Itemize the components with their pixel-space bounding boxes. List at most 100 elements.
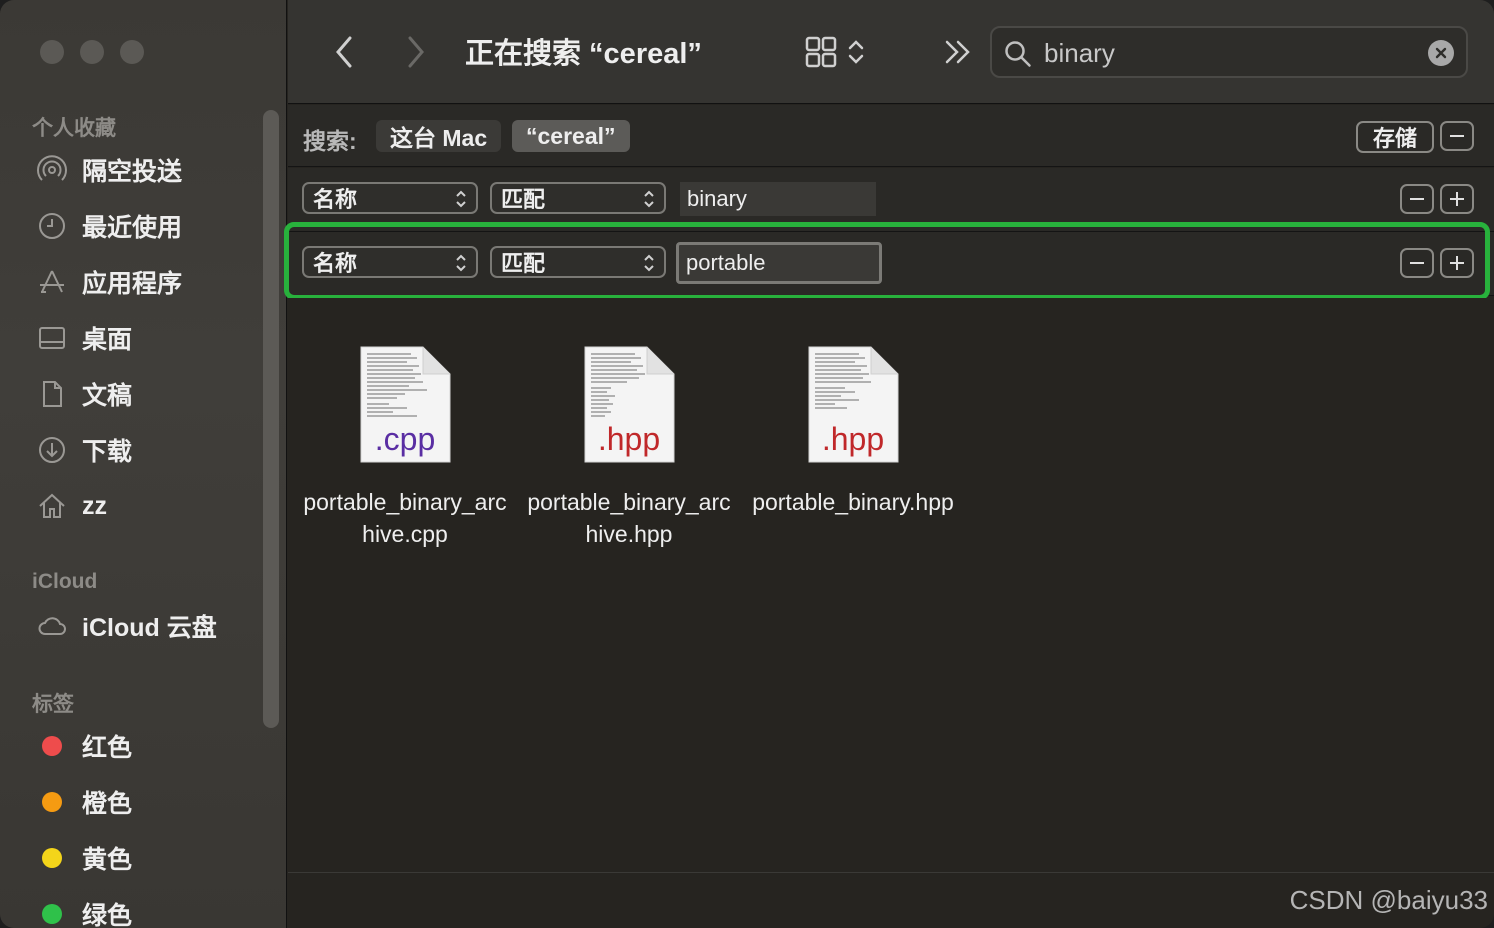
remove-criteria-button[interactable] (1400, 184, 1434, 214)
apps-icon (36, 266, 68, 298)
icloud-header: iCloud (32, 570, 98, 593)
popup-label: 匹配 (501, 251, 546, 276)
minus-icon (1410, 262, 1424, 264)
sidebar-item-icloud-drive[interactable]: iCloud 云盘 (36, 606, 217, 646)
sidebar-item-label: iCloud 云盘 (82, 614, 217, 642)
popup-label: 名称 (313, 187, 358, 212)
download-icon (36, 434, 68, 466)
sidebar-item-desktop[interactable]: 桌面 (36, 318, 132, 358)
back-button[interactable] (324, 30, 364, 74)
scope-folder-button[interactable]: “cereal” (512, 120, 630, 152)
sidebar-item-airdrop[interactable]: 隔空投送 (36, 150, 182, 190)
operator-popup[interactable]: 匹配 (490, 182, 666, 214)
chevron-right-icon (408, 36, 424, 68)
scope-label: 搜索: (303, 128, 357, 154)
cloud-icon (36, 610, 68, 642)
finder-window: 个人收藏 隔空投送 最近使用 应用程序 桌面 文稿 下载 zz iCloud i… (0, 0, 1494, 928)
plus-icon (1450, 192, 1464, 206)
forward-button[interactable] (396, 30, 436, 74)
sidebar-item-label: 红色 (82, 734, 133, 762)
sidebar-tag-green[interactable]: 绿色 (36, 894, 132, 928)
chevron-updown-icon (456, 190, 466, 208)
file-item[interactable]: .hpp portable_binary.hpp (746, 346, 960, 518)
more-chevrons-icon (945, 40, 970, 64)
criteria-row: 名称 匹配 (288, 232, 1494, 296)
sidebar-item-downloads[interactable]: 下载 (36, 430, 132, 470)
minimize-window-button[interactable] (80, 40, 104, 64)
grid-view-icon (805, 36, 837, 68)
plus-icon (1450, 256, 1464, 270)
green-tag-dot-icon (42, 904, 62, 924)
file-extension-label: .hpp (597, 421, 661, 457)
home-icon (36, 490, 68, 522)
sidebar-tag-red[interactable]: 红色 (36, 726, 132, 766)
sidebar-item-documents[interactable]: 文稿 (36, 374, 132, 414)
file-extension-label: .cpp (374, 421, 436, 457)
search-input[interactable] (1044, 37, 1424, 69)
sidebar-item-label: 橙色 (82, 790, 133, 818)
criteria-value-input[interactable] (676, 242, 882, 284)
favorites-header: 个人收藏 (32, 117, 116, 140)
airdrop-icon (36, 154, 68, 186)
remove-criteria-button[interactable] (1400, 248, 1434, 278)
results-area: .cpp portable_binary_archive.cpp .hpp po… (288, 298, 1494, 872)
sidebar-item-home[interactable]: zz (36, 486, 107, 526)
file-name: portable_binary.hpp (752, 489, 954, 515)
sidebar-item-label: 最近使用 (82, 214, 183, 242)
sidebar-item-label: 文稿 (82, 382, 133, 410)
sidebar-scrollbar[interactable] (263, 110, 279, 728)
sidebar-tag-orange[interactable]: 橙色 (36, 782, 132, 822)
search-icon (1005, 41, 1031, 67)
window-controls (40, 40, 144, 64)
chevron-updown-icon (644, 190, 654, 208)
file-item[interactable]: .hpp portable_binary_archive.hpp (522, 346, 736, 550)
criteria-row: 名称 匹配 (288, 168, 1494, 232)
sidebar-item-label: zz (82, 491, 107, 520)
attribute-popup[interactable]: 名称 (302, 246, 478, 278)
orange-tag-dot-icon (42, 792, 62, 812)
remove-scope-button[interactable] (1440, 121, 1474, 151)
popup-label: 名称 (313, 251, 358, 276)
minus-icon (1450, 135, 1464, 137)
popup-label: 匹配 (501, 187, 546, 212)
red-tag-dot-icon (42, 736, 62, 756)
minus-icon (1410, 198, 1424, 200)
clock-icon (36, 210, 68, 242)
chevron-updown-icon (644, 254, 654, 272)
yellow-tag-dot-icon (42, 848, 62, 868)
view-options-button[interactable] (800, 30, 870, 74)
chevron-left-icon (336, 36, 352, 68)
sidebar-tag-yellow[interactable]: 黄色 (36, 838, 132, 878)
more-toolbar-button[interactable] (938, 30, 978, 74)
sidebar-item-applications[interactable]: 应用程序 (36, 262, 182, 302)
file-extension-label: .hpp (821, 421, 885, 457)
file-item[interactable]: .cpp portable_binary_archive.cpp (298, 346, 512, 550)
sidebar-item-recents[interactable]: 最近使用 (36, 206, 182, 246)
zoom-window-button[interactable] (120, 40, 144, 64)
clear-search-button[interactable] (1428, 40, 1454, 66)
sidebar-item-label: 应用程序 (82, 270, 183, 298)
desktop-icon (36, 322, 68, 354)
file-name: portable_binary_archive.hpp (527, 489, 731, 547)
scope-this-mac-button[interactable]: 这台 Mac (376, 120, 502, 152)
sidebar: 个人收藏 隔空投送 最近使用 应用程序 桌面 文稿 下载 zz iCloud i… (0, 0, 287, 928)
file-name: portable_binary_archive.cpp (303, 489, 507, 547)
watermark-text: CSDN @baiyu33 (1289, 885, 1488, 915)
criteria-value-input[interactable] (680, 182, 876, 216)
add-criteria-button[interactable] (1440, 248, 1474, 278)
attribute-popup[interactable]: 名称 (302, 182, 478, 214)
window-title: 正在搜索 “cereal” (465, 38, 702, 70)
toolbar: 正在搜索 “cereal” (288, 0, 1494, 104)
clear-icon (1435, 47, 1447, 59)
save-search-button[interactable]: 存储 (1356, 121, 1434, 153)
operator-popup[interactable]: 匹配 (490, 246, 666, 278)
cpp-file-icon: .cpp (359, 346, 451, 464)
tags-header: 标签 (32, 693, 74, 716)
search-field[interactable] (990, 26, 1468, 78)
sidebar-item-label: 桌面 (82, 326, 133, 354)
close-window-button[interactable] (40, 40, 64, 64)
sidebar-item-label: 隔空投送 (82, 158, 183, 186)
document-icon (36, 378, 68, 410)
chevron-updown-icon (848, 40, 864, 64)
add-criteria-button[interactable] (1440, 184, 1474, 214)
